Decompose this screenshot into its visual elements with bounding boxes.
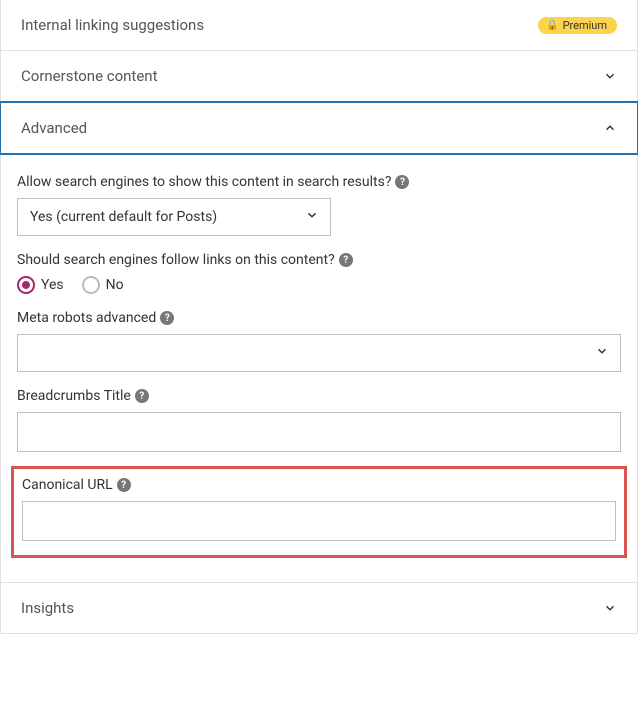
panel-title: Internal linking suggestions: [21, 16, 204, 34]
help-icon[interactable]: ?: [160, 311, 174, 325]
lock-icon: 🔒: [546, 20, 558, 31]
label-canonical: Canonical URL ?: [22, 477, 616, 493]
field-breadcrumbs: Breadcrumbs Title ?: [17, 388, 621, 452]
canonical-url-input[interactable]: [22, 501, 616, 541]
radio-label-no: No: [106, 277, 124, 293]
allow-search-select[interactable]: [17, 198, 331, 236]
field-allow-search: Allow search engines to show this conten…: [17, 174, 621, 236]
select-wrap-meta-robots: [17, 334, 621, 372]
breadcrumbs-input[interactable]: [17, 412, 621, 452]
meta-robots-select[interactable]: [17, 334, 621, 372]
canonical-highlight: Canonical URL ?: [11, 466, 627, 558]
chevron-up-icon: [603, 121, 617, 135]
panel-title: Cornerstone content: [21, 67, 157, 85]
select-wrap-allow-search: [17, 198, 331, 236]
panel-insights: Insights: [0, 583, 638, 634]
help-icon[interactable]: ?: [117, 478, 131, 492]
panel-header-insights[interactable]: Insights: [1, 583, 637, 633]
label-follow-links: Should search engines follow links on th…: [17, 252, 621, 268]
panel-header-internal-linking[interactable]: Internal linking suggestions 🔒 Premium: [1, 0, 637, 50]
panel-header-advanced[interactable]: Advanced: [0, 101, 638, 155]
panel-title: Insights: [21, 599, 74, 617]
panel-title: Advanced: [21, 119, 87, 137]
radio-option-no[interactable]: No: [82, 276, 124, 294]
premium-badge: 🔒 Premium: [538, 17, 617, 34]
chevron-down-icon: [603, 69, 617, 83]
radio-circle-selected: [17, 276, 35, 294]
chevron-down-icon: [603, 601, 617, 615]
field-follow-links: Should search engines follow links on th…: [17, 252, 621, 294]
panel-advanced: Advanced Allow search engines to show th…: [0, 101, 638, 583]
help-icon[interactable]: ?: [339, 253, 353, 267]
panel-internal-linking: Internal linking suggestions 🔒 Premium: [0, 0, 638, 51]
help-icon[interactable]: ?: [395, 175, 409, 189]
label-breadcrumbs: Breadcrumbs Title ?: [17, 388, 621, 404]
radio-group-follow-links: Yes No: [17, 276, 621, 294]
panel-header-cornerstone[interactable]: Cornerstone content: [1, 51, 637, 101]
radio-option-yes[interactable]: Yes: [17, 276, 64, 294]
panel-cornerstone: Cornerstone content: [0, 51, 638, 102]
label-allow-search: Allow search engines to show this conten…: [17, 174, 621, 190]
help-icon[interactable]: ?: [135, 389, 149, 403]
panel-body-advanced: Allow search engines to show this conten…: [0, 154, 638, 583]
radio-label-yes: Yes: [41, 277, 64, 293]
label-meta-robots: Meta robots advanced ?: [17, 310, 621, 326]
premium-label: Premium: [563, 19, 607, 32]
radio-circle: [82, 276, 100, 294]
field-meta-robots: Meta robots advanced ?: [17, 310, 621, 372]
radio-dot: [22, 281, 30, 289]
